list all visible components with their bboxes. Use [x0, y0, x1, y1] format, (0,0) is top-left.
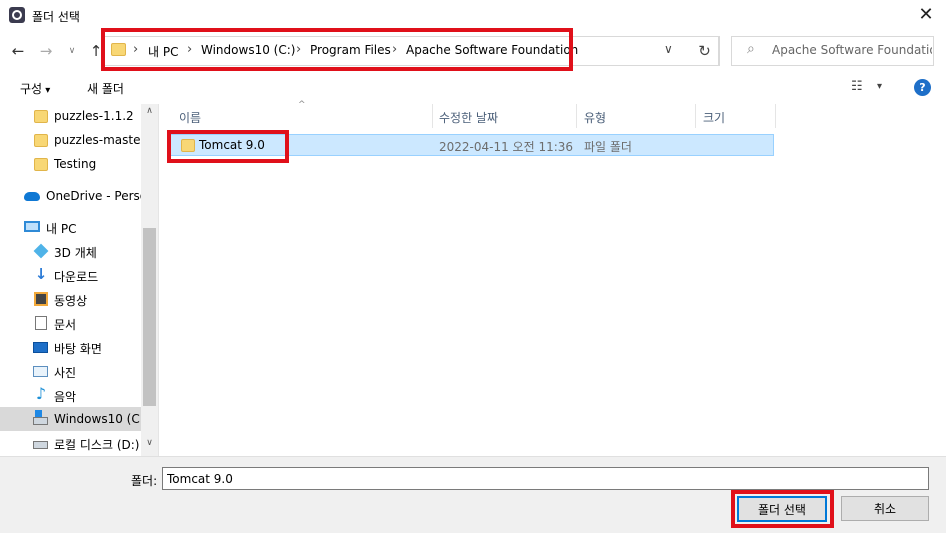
folder-icon: [34, 110, 48, 123]
help-icon[interactable]: ?: [914, 79, 931, 96]
window-title: 폴더 선택: [32, 10, 80, 24]
sidebar-item-puzzles-112[interactable]: puzzles-1.1.2: [0, 104, 141, 128]
folder-label: 폴더:: [131, 474, 158, 488]
column-header-type[interactable]: 유형: [584, 109, 606, 126]
pictures-icon: [33, 366, 48, 377]
column-divider[interactable]: [775, 104, 776, 128]
sidebar-item-this-pc[interactable]: 내 PC: [0, 215, 141, 239]
file-name-cell[interactable]: Tomcat 9.0: [199, 138, 265, 152]
column-divider[interactable]: [432, 104, 433, 128]
column-header-size[interactable]: 크기: [703, 109, 725, 126]
breadcrumb-program-files[interactable]: Program Files: [310, 43, 391, 57]
select-folder-button[interactable]: 폴더 선택: [737, 496, 827, 522]
column-divider[interactable]: [695, 104, 696, 128]
column-header-date[interactable]: 수정한 날짜: [439, 109, 498, 126]
sidebar-item-desktop[interactable]: 바탕 화면: [0, 335, 141, 359]
sidebar-scroll-thumb[interactable]: [143, 228, 156, 406]
pc-icon: [24, 221, 40, 232]
desktop-icon: [33, 342, 48, 353]
video-icon: [34, 292, 48, 306]
breadcrumb-separator: ›: [296, 42, 302, 57]
folder-icon: [34, 158, 48, 171]
sidebar-item-label: 문서: [54, 318, 77, 332]
drive-d-icon: [33, 441, 48, 449]
breadcrumb-apache[interactable]: Apache Software Foundation: [406, 43, 578, 57]
recent-locations-button[interactable]: ∨: [66, 41, 78, 61]
sidebar-item-downloads[interactable]: ↓ 다운로드: [0, 263, 141, 287]
sidebar-item-testing[interactable]: Testing: [0, 152, 141, 176]
document-icon: [35, 316, 47, 330]
forward-button[interactable]: →: [36, 41, 56, 61]
organize-button[interactable]: 구성: [20, 80, 50, 97]
sidebar-item-videos[interactable]: 동영상: [0, 287, 141, 311]
toolbar: [0, 72, 946, 104]
app-icon: [9, 7, 25, 23]
column-header-name[interactable]: 이름: [179, 109, 201, 126]
breadcrumb-drive-c[interactable]: Windows10 (C:): [201, 43, 295, 57]
sidebar-item-label: 다운로드: [54, 270, 99, 284]
sidebar-item-label: 동영상: [54, 294, 88, 308]
sidebar-item-label: 3D 개체: [54, 246, 97, 260]
sidebar-item-onedrive[interactable]: OneDrive - Personal: [0, 184, 141, 208]
sidebar-item-drive-c[interactable]: Windows10 (C:): [0, 407, 141, 431]
sidebar-item-label: Testing: [54, 157, 97, 171]
folder-name-input[interactable]: [162, 467, 929, 490]
folder-icon: [181, 139, 195, 152]
sidebar-item-label: 로컬 디스크 (D:): [54, 438, 140, 452]
music-icon: ♪: [35, 384, 47, 403]
file-date-cell: 2022-04-11 오전 11:36: [439, 140, 574, 154]
column-divider[interactable]: [576, 104, 577, 128]
breadcrumb-separator: ›: [187, 42, 193, 57]
onedrive-icon: [24, 192, 40, 201]
sidebar-item-label: 바탕 화면: [54, 342, 102, 356]
sidebar-item-puzzles-master[interactable]: puzzles-master: [0, 128, 141, 152]
sidebar-item-label: OneDrive - Personal: [46, 189, 141, 203]
sidebar-item-documents[interactable]: 문서: [0, 311, 141, 335]
back-button[interactable]: ←: [8, 41, 28, 61]
new-folder-button[interactable]: 새 폴더: [87, 80, 124, 97]
breadcrumb-separator: ›: [133, 42, 139, 57]
navigation-pane: puzzles-1.1.2 puzzles-master Testing One…: [0, 104, 158, 456]
download-icon: ↓: [34, 265, 48, 283]
sidebar-item-3d-objects[interactable]: 3D 개체: [0, 239, 141, 263]
sidebar-item-label: Windows10 (C:): [54, 412, 141, 426]
address-dropdown-button[interactable]: ∨: [664, 42, 673, 56]
view-options-icon[interactable]: ☷: [851, 79, 863, 94]
sidebar-item-label: 사진: [54, 366, 77, 380]
folder-icon: [111, 43, 126, 56]
sidebar-item-pictures[interactable]: 사진: [0, 359, 141, 383]
breadcrumb-this-pc[interactable]: 내 PC: [148, 43, 178, 60]
sidebar-item-drive-d[interactable]: 로컬 디스크 (D:): [0, 431, 141, 455]
search-placeholder[interactable]: Apache Software Foundatio...: [772, 43, 932, 57]
scroll-up-icon[interactable]: ∧: [141, 106, 158, 116]
pane-divider[interactable]: [158, 104, 159, 456]
search-icon: ⌕: [747, 41, 755, 57]
cancel-button[interactable]: 취소: [841, 496, 929, 521]
refresh-button[interactable]: ↻: [690, 36, 720, 66]
drive-c-icon: [33, 410, 48, 425]
view-dropdown-icon[interactable]: ▾: [877, 81, 882, 92]
sidebar-item-label: 내 PC: [46, 222, 77, 236]
close-button[interactable]: ✕: [906, 0, 946, 32]
sidebar-item-music[interactable]: ♪ 음악: [0, 383, 141, 407]
title-bar: [0, 0, 946, 32]
folder-icon: [34, 134, 48, 147]
3d-objects-icon: [33, 243, 49, 259]
scroll-down-icon[interactable]: ∨: [141, 438, 158, 448]
sidebar-item-label: puzzles-master: [54, 133, 141, 147]
file-type-cell: 파일 폴더: [584, 140, 632, 154]
sort-ascending-icon: ^: [298, 100, 306, 110]
sidebar-item-label: puzzles-1.1.2: [54, 109, 134, 123]
sidebar-item-label: 음악: [54, 390, 77, 404]
breadcrumb-separator: ›: [392, 42, 398, 57]
